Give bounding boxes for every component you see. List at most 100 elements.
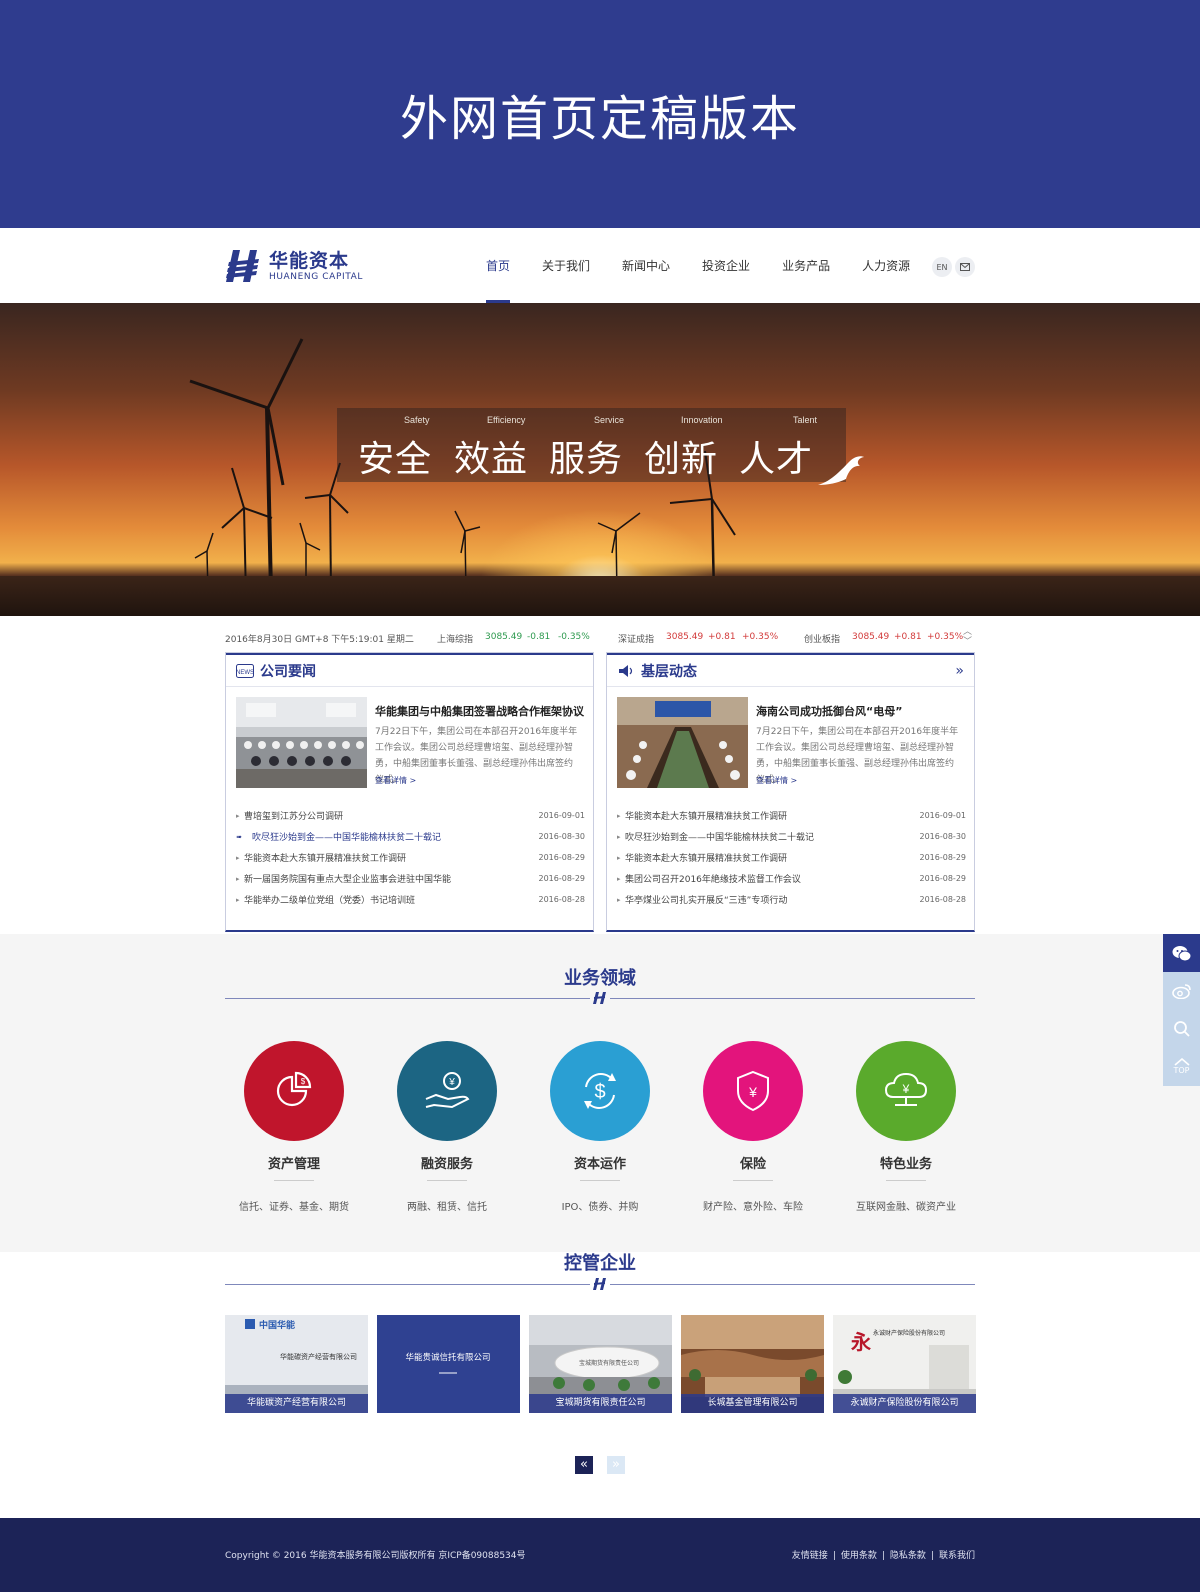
slogan-cn-service: 服务 — [549, 439, 624, 480]
company-news-read-more-link[interactable]: 查看详情 > — [375, 775, 416, 786]
brand-name-en: HUANENG CAPITAL — [269, 272, 363, 282]
holdings-prev-button[interactable]: « — [575, 1456, 593, 1474]
news-list-item[interactable]: ▸ 新一届国务院国有重点大型企业监事会进驻中国华能 2016-08-29 — [236, 868, 585, 889]
language-toggle-button[interactable]: EN — [932, 257, 952, 277]
slogan-en-innovation: Innovation — [681, 415, 723, 425]
ticker-index-change: +0.81 — [708, 632, 736, 642]
search-icon — [1173, 1021, 1190, 1037]
wechat-button[interactable] — [1163, 934, 1200, 972]
company-card-great-wall-fund[interactable]: 长城基金管理有限公司 — [681, 1315, 824, 1413]
ticker-datetime: 2016年8月30日 GMT+8 下午5:19:01 星期二 — [225, 635, 414, 645]
grassroots-news-list: ▸ 华能资本赴大东镇开展精准扶贫工作调研 2016-09-01 ▸ 吹尽狂沙始到金——… — [617, 805, 966, 910]
business-item-insurance[interactable]: ¥ 保险 财产险、意外险、车险 — [678, 1041, 828, 1213]
dollar-cycle-icon: $ — [584, 1073, 616, 1109]
mail-button[interactable] — [955, 257, 975, 277]
footer-link-privacy[interactable]: 隐私条款 — [890, 1551, 926, 1561]
cloud-yen-icon: ¥ — [884, 1072, 928, 1106]
company-label[interactable]: 永诚财产保险股份有限公司 — [833, 1394, 976, 1413]
asset-management-circle[interactable]: $ — [244, 1041, 344, 1141]
financing-circle[interactable]: ¥ — [397, 1041, 497, 1141]
navbar: 华能资本 HUANENG CAPITAL 首页 关于我们 新闻中心 投资企业 业… — [0, 228, 1200, 303]
news-list-item[interactable]: ▸ 华能资本赴大东镇开展精准扶贫工作调研 2016-09-01 — [617, 805, 966, 826]
ticker-index-change: -0.81 — [527, 632, 551, 642]
slogan-box: Safety Efficiency Service Innovation Tal… — [337, 408, 846, 482]
nav-item-hr[interactable]: 人力资源 — [846, 228, 926, 303]
company-news-header: NEWS 公司要闻 — [226, 653, 593, 687]
company-news-list: ▸ 曹培玺到江苏分公司调研 2016-09-01 ➠ 吹尽狂沙始到金——中国华能榆林扶… — [236, 805, 585, 910]
business-item-name[interactable]: 融资服务 — [372, 1153, 522, 1172]
holdings-next-button[interactable]: » — [607, 1456, 625, 1474]
grassroots-news-feature-title[interactable]: 海南公司成功抵御台风“电母” — [756, 703, 902, 719]
grassroots-news-title[interactable]: 基层动态 — [641, 661, 697, 681]
bullet-icon: ▸ — [617, 895, 621, 904]
business-item-sub: 信托、证券、基金、期货 — [239, 1202, 349, 1213]
company-news-feature[interactable]: 华能集团与中船集团签署战略合作框架协议 7月22日下午，集团公司在本部召开201… — [236, 697, 585, 789]
footer-copyright: Copyright © 2016 华能资本服务有限公司版权所有 京ICP备090… — [225, 1551, 526, 1561]
yongcheng-logo-icon: 永 — [850, 1330, 871, 1354]
nav-item-investments[interactable]: 投资企业 — [686, 228, 766, 303]
grassroots-news-read-more-link[interactable]: 查看详情 > — [756, 775, 797, 786]
business-item-name[interactable]: 保险 — [678, 1153, 828, 1172]
news-list-item[interactable]: ▸ 集团公司召开2016年絶缘技术监督工作会议 2016-08-29 — [617, 868, 966, 889]
floating-sidebar: TOP — [1163, 934, 1200, 1086]
slogan-cn-talent: 人才 — [739, 439, 814, 480]
business-item-asset-management[interactable]: $ 资产管理 信托、证券、基金、期货 — [219, 1041, 369, 1213]
business-item-name[interactable]: 资本运作 — [525, 1153, 675, 1172]
company-card-carbon-asset[interactable]: 中国华能 华能碳资产经营有限公司 华能碳资产经营有限公司 — [225, 1315, 368, 1413]
svg-text:¥: ¥ — [448, 1077, 455, 1088]
ticker-scroll-controls[interactable]: ︿ ﹀ — [963, 627, 972, 647]
nav-item-products[interactable]: 业务产品 — [766, 228, 846, 303]
news-list-item[interactable]: ▸ 吹尽狂沙始到金——中国华能榆林扶贫二十载记 2016-08-30 — [617, 826, 966, 847]
brand-name-cn: 华能资本 — [269, 250, 350, 272]
news-list-item[interactable]: ➠ 吹尽狂沙始到金——中国华能榆林扶贫二十载记 2016-08-30 — [236, 826, 585, 847]
conference-photo — [617, 697, 748, 788]
insurance-circle[interactable]: ¥ — [703, 1041, 803, 1141]
nav-item-news[interactable]: 新闻中心 — [606, 228, 686, 303]
ticker-index-name: 创业板指 — [804, 635, 841, 645]
chevron-up-icon[interactable]: ︿ — [963, 627, 972, 637]
bullet-icon: ▸ — [236, 895, 240, 904]
news-list-item[interactable]: ▸ 华能资本赴大东镇开展精准扶贫工作调研 2016-08-29 — [236, 847, 585, 868]
company-label[interactable]: 长城基金管理有限公司 — [681, 1394, 824, 1413]
bullet-icon: ▸ — [617, 811, 621, 820]
chevron-down-icon[interactable]: ﹀ — [963, 637, 972, 647]
pie-chart-icon: $ — [276, 1071, 312, 1107]
footer-link-terms[interactable]: 使用条款 — [841, 1551, 877, 1561]
sign-text-yongcheng: 永诚财产保险股份有限公司 — [873, 1329, 945, 1337]
news-list-item[interactable]: ▸ 曹培玺到江苏分公司调研 2016-09-01 — [236, 805, 585, 826]
weibo-button[interactable] — [1163, 972, 1200, 1010]
business-item-special[interactable]: ¥ 特色业务 互联网金融、碳资产业 — [831, 1041, 981, 1213]
business-item-financing[interactable]: ¥ 融资服务 两融、租赁、信托 — [372, 1041, 522, 1213]
nav-item-home[interactable]: 首页 — [470, 228, 526, 303]
footer-link-contact[interactable]: 联系我们 — [939, 1551, 975, 1561]
company-card-yongcheng-insurance[interactable]: 永 永诚财产保险股份有限公司 永诚财产保险股份有限公司 — [833, 1315, 976, 1413]
special-business-circle[interactable]: ¥ — [856, 1041, 956, 1141]
brand-logo[interactable]: 华能资本 HUANENG CAPITAL — [225, 250, 363, 282]
news-list-item[interactable]: ▸ 华亭煤业公司扎实开展反“三违”专项行动 2016-08-28 — [617, 889, 966, 910]
grassroots-news-feature[interactable]: 海南公司成功抵御台风“电母” 7月22日下午，集团公司在本部召开2016年度半年… — [617, 697, 966, 789]
capital-operation-circle[interactable]: $ — [550, 1041, 650, 1141]
nav-item-about[interactable]: 关于我们 — [526, 228, 606, 303]
top-banner: 外网首页定稿版本 — [0, 0, 1200, 228]
company-card-trust[interactable]: 华能贵诚信托有限公司 — [377, 1315, 520, 1413]
search-button[interactable] — [1163, 1010, 1200, 1048]
ticker-index-value: 3085.49 — [485, 632, 523, 642]
business-item-capital-operation[interactable]: $ 资本运作 IPO、债券、并购 — [525, 1041, 675, 1213]
business-item-name[interactable]: 资产管理 — [219, 1153, 369, 1172]
business-item-name[interactable]: 特色业务 — [831, 1153, 981, 1172]
back-to-top-button[interactable]: TOP — [1163, 1048, 1200, 1086]
back-to-top-icon — [1173, 1058, 1190, 1066]
grassroots-news-more-button[interactable]: » — [955, 663, 964, 679]
wave-icon — [818, 456, 864, 485]
company-label[interactable]: 宝城期货有限责任公司 — [529, 1394, 672, 1413]
company-news-title[interactable]: 公司要闻 — [260, 661, 316, 681]
slogan-en-efficiency: Efficiency — [487, 415, 526, 425]
company-label[interactable]: 华能碳资产经营有限公司 — [225, 1394, 368, 1413]
company-card-baocheng-futures[interactable]: 宝城期货有限责任公司 宝城期货有限责任公司 — [529, 1315, 672, 1413]
company-news-feature-title[interactable]: 华能集团与中船集团签署战略合作框架协议 — [375, 703, 584, 719]
business-section: 业务领域 $ 资产管理 信托、证券、基金、期货 ¥ 融资服务 两融、租赁、信托 … — [0, 934, 1200, 1252]
footer-link-friendly-links[interactable]: 友情链接 — [792, 1551, 828, 1561]
business-section-title: 业务领域 — [564, 968, 636, 989]
news-list-item[interactable]: ▸ 华能资本赴大东镇开展精准扶贫工作调研 2016-08-29 — [617, 847, 966, 868]
news-list-item[interactable]: ▸ 华能举办二级单位党组（党委）书记培训班 2016-08-28 — [236, 889, 585, 910]
